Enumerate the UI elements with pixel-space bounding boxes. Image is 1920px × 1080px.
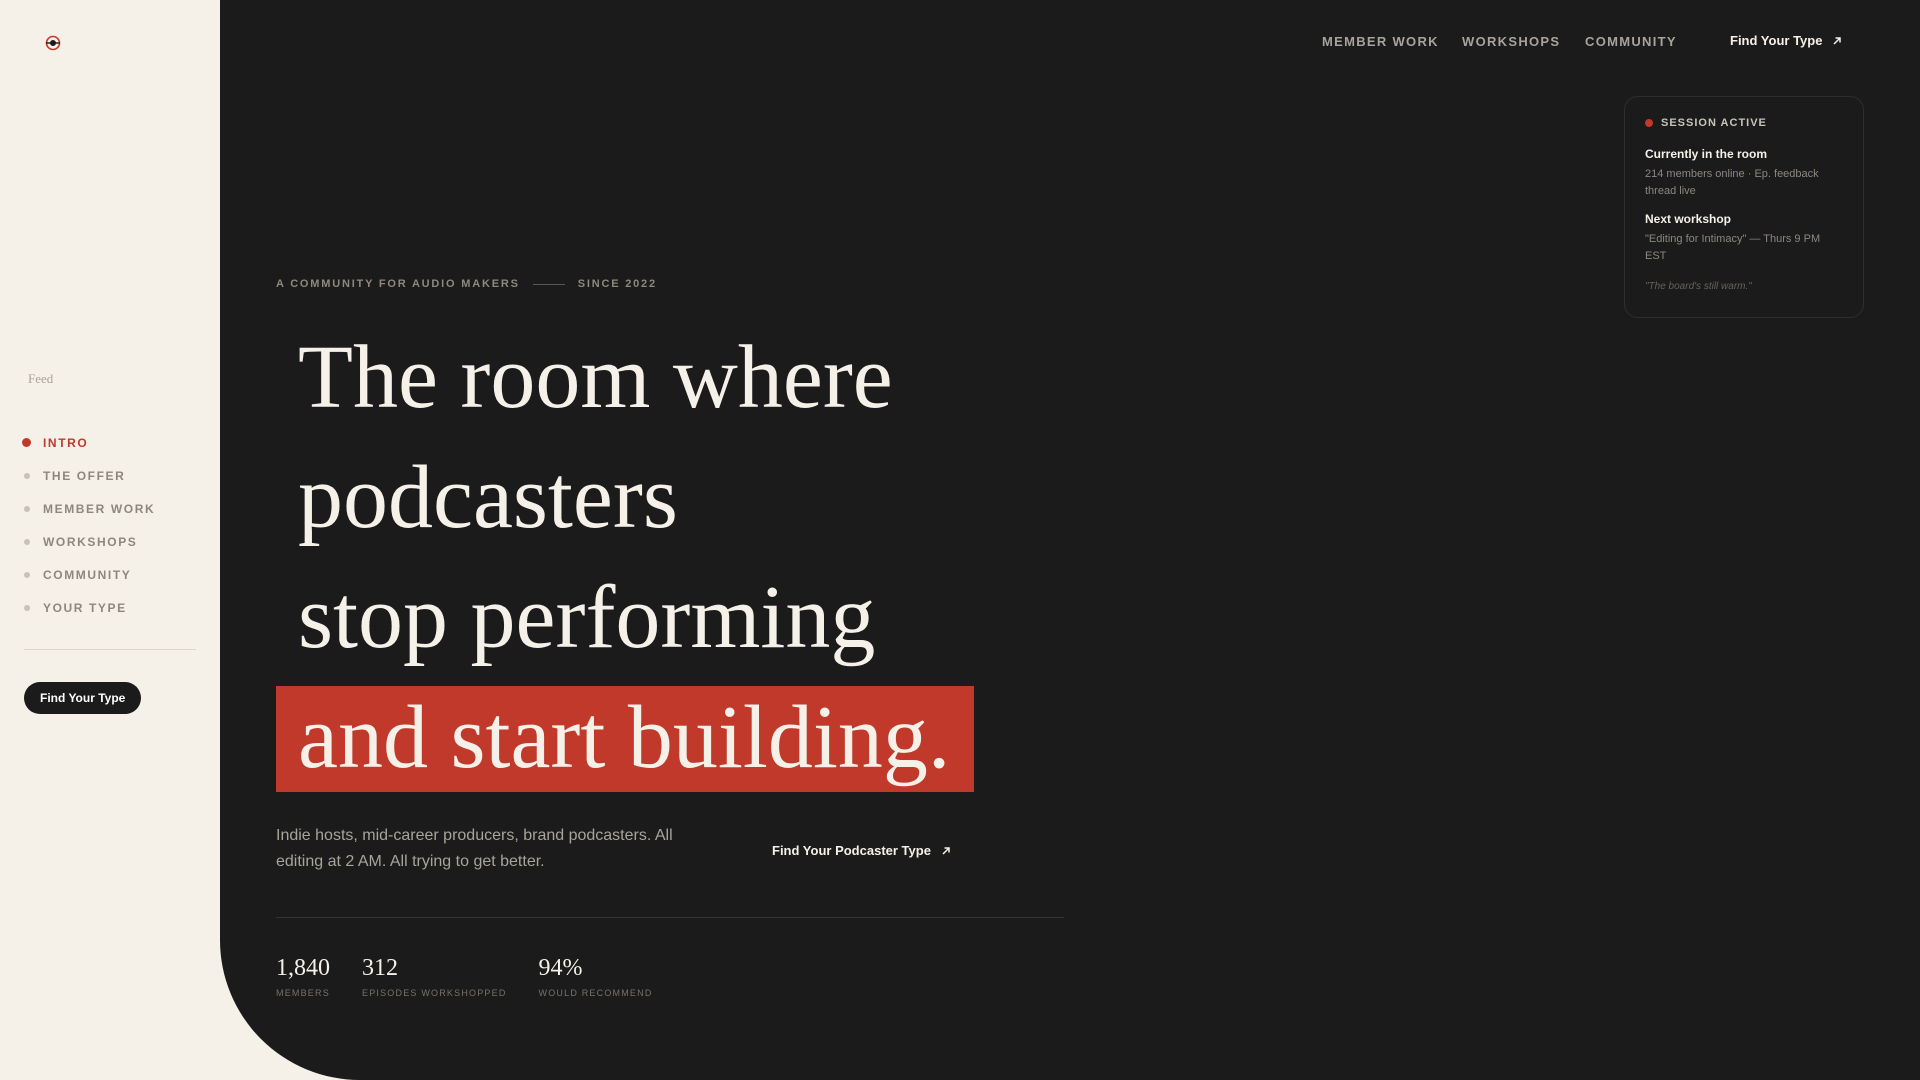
stat-episodes: 312 EPISODES WORKSHOPPED	[362, 955, 507, 998]
room-text: 214 members online · Ep. feedback thread…	[1645, 168, 1819, 197]
stat-label: EPISODES WORKSHOPPED	[362, 988, 507, 998]
stats-divider	[276, 917, 1064, 918]
sidebar-item-your-type[interactable]: YOUR TYPE	[22, 591, 155, 624]
sidebar-find-type-button[interactable]: Find Your Type	[24, 682, 142, 714]
headline-line-3: stop performing	[298, 568, 876, 667]
sidebar-item-label: THE OFFER	[43, 468, 126, 483]
session-card: SESSION ACTIVE Currently in the room 214…	[1624, 96, 1864, 318]
stat-value: 94%	[538, 955, 583, 981]
eyebrow: A COMMUNITY FOR AUDIO MAKERS SINCE 2022	[276, 278, 657, 290]
session-quote: "The board's still warm."	[1645, 281, 1752, 292]
sidebar-item-label: WORKSHOPS	[43, 534, 138, 549]
stat-recommend: 94% WOULD RECOMMEND	[539, 955, 653, 998]
dot-icon	[24, 604, 30, 611]
eyebrow-right: SINCE 2022	[577, 278, 657, 290]
headline-line-1: The room where	[298, 328, 893, 427]
dot-icon	[24, 505, 30, 512]
room-block: Currently in the room 214 members online…	[1645, 147, 1843, 200]
hero-subtext: Indie hosts, mid-career producers, brand…	[276, 827, 673, 870]
workshop-block: Next workshop "Editing for Intimacy" — T…	[1645, 212, 1843, 265]
sidebar-item-label: MEMBER WORK	[43, 501, 156, 516]
feed-label: Feed	[28, 371, 54, 386]
headline-line-2: podcasters	[298, 448, 678, 547]
eyebrow-divider	[532, 283, 565, 285]
dot-icon	[24, 538, 30, 545]
sidebar-item-label: COMMUNITY	[43, 567, 132, 582]
main-panel: MEMBER WORK WORKSHOPS COMMUNITY Find You…	[220, 0, 1920, 1080]
sidebar-item-intro[interactable]: INTRO	[22, 426, 155, 459]
sidebar: Feed INTRO THE OFFER MEMBER WORK WORKSHO…	[0, 0, 220, 1080]
eyebrow-left: A COMMUNITY FOR AUDIO MAKERS	[276, 278, 520, 290]
room-title: Currently in the room	[1645, 147, 1768, 161]
sidebar-item-workshops[interactable]: WORKSHOPS	[22, 525, 155, 558]
nav-community[interactable]: COMMUNITY	[1585, 34, 1677, 49]
nav-find-type-link[interactable]: Find Your Type	[1730, 33, 1842, 48]
arrow-up-right-icon	[942, 846, 950, 855]
live-dot-icon	[1645, 119, 1653, 127]
stat-value: 1,840	[276, 955, 330, 981]
stat-label: MEMBERS	[276, 988, 330, 998]
logo-icon[interactable]	[43, 33, 63, 53]
sidebar-item-community[interactable]: COMMUNITY	[22, 558, 155, 591]
side-nav: INTRO THE OFFER MEMBER WORK WORKSHOPS CO…	[22, 426, 155, 624]
session-header: SESSION ACTIVE	[1645, 117, 1843, 129]
active-dot-icon	[22, 438, 31, 447]
find-podcaster-type-link[interactable]: Find Your Podcaster Type	[772, 843, 951, 858]
sidebar-item-the-offer[interactable]: THE OFFER	[22, 459, 155, 492]
sidebar-item-label: YOUR TYPE	[43, 600, 127, 615]
session-status: SESSION ACTIVE	[1661, 117, 1767, 129]
nav-workshops[interactable]: WORKSHOPS	[1462, 34, 1560, 49]
dot-icon	[24, 571, 30, 578]
stat-members: 1,840 MEMBERS	[276, 955, 330, 998]
page-title: The room where podcasters stop performin…	[276, 318, 975, 798]
top-nav: MEMBER WORK WORKSHOPS COMMUNITY Find You…	[220, 0, 1920, 84]
hero-sub-row: Indie hosts, mid-career producers, brand…	[276, 823, 1016, 875]
workshop-text: "Editing for Intimacy" — Thurs 9 PM EST	[1645, 233, 1821, 262]
stat-value: 312	[362, 955, 398, 981]
stat-label: WOULD RECOMMEND	[538, 988, 653, 998]
dot-icon	[24, 472, 30, 479]
sub-cta-label: Find Your Podcaster Type	[772, 843, 931, 858]
arrow-up-right-icon	[1833, 36, 1842, 45]
nav-cta-label: Find Your Type	[1730, 33, 1823, 48]
sidebar-divider	[24, 649, 196, 650]
sidebar-item-label: INTRO	[43, 435, 89, 450]
workshop-title: Next workshop	[1645, 212, 1732, 226]
headline-highlight: and start building.	[276, 686, 975, 792]
stats: 1,840 MEMBERS 312 EPISODES WORKSHOPPED 9…	[276, 955, 653, 998]
sidebar-item-member-work[interactable]: MEMBER WORK	[22, 492, 155, 525]
nav-member-work[interactable]: MEMBER WORK	[1322, 34, 1439, 49]
